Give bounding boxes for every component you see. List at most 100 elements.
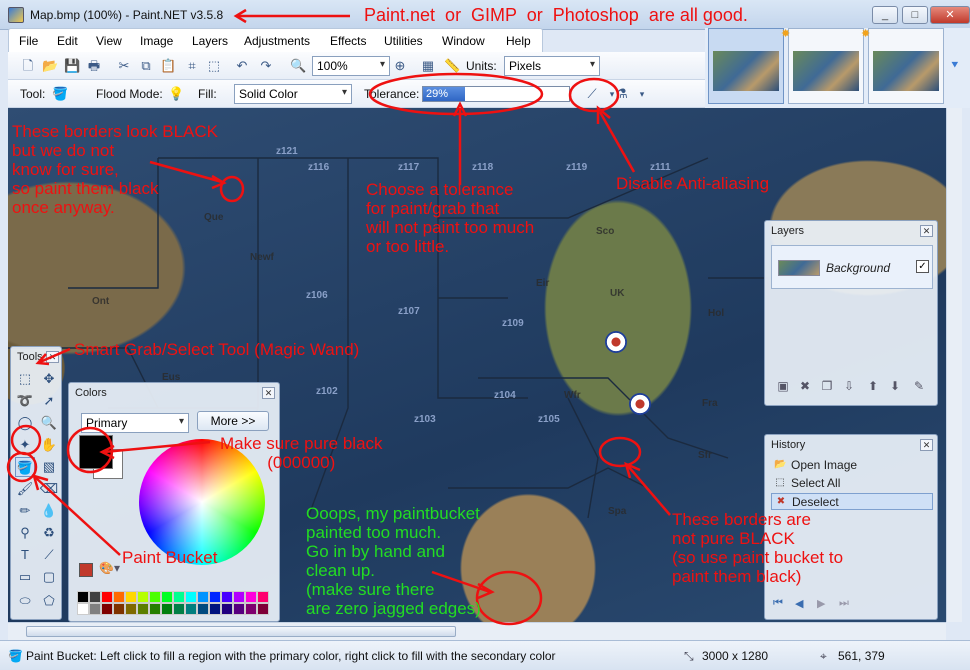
move-layer-down-icon[interactable]: ⬇ (887, 379, 903, 395)
paintbrush-icon[interactable]: 🖌 (15, 479, 35, 499)
chevron-down-icon[interactable]: ▾ (634, 86, 650, 102)
ruler-icon[interactable]: 📏 (444, 58, 460, 74)
paste-icon[interactable]: 📋 (160, 58, 176, 74)
palette-swatch[interactable] (101, 603, 113, 615)
palette-swatch[interactable] (197, 591, 209, 603)
menu-layers[interactable]: Layers (192, 34, 228, 48)
history-item[interactable]: ✖ Deselect (771, 493, 933, 510)
reset-colors-icon[interactable] (79, 563, 93, 577)
menu-file[interactable]: File (19, 34, 38, 48)
pan-icon[interactable]: ✋ (39, 435, 59, 455)
menu-utilities[interactable]: Utilities (384, 34, 423, 48)
color-mode-combo[interactable]: Primary ▾ (81, 413, 189, 433)
palette-swatch[interactable] (77, 603, 89, 615)
palette-swatch[interactable] (113, 603, 125, 615)
bulb-icon[interactable]: 💡 (168, 86, 184, 102)
add-layer-icon[interactable]: ▣ (775, 379, 791, 395)
palette-swatch[interactable] (173, 591, 185, 603)
close-icon[interactable]: ✕ (920, 225, 933, 237)
grid-icon[interactable]: ▦ (420, 58, 436, 74)
ellipse-icon[interactable]: ⬭ (15, 591, 35, 611)
move-selection-icon[interactable]: ✥ (39, 369, 59, 389)
history-item[interactable]: 📂 Open Image (771, 457, 933, 474)
zoom-combo[interactable]: 100% ▾ (312, 56, 390, 76)
palette-swatch[interactable] (221, 591, 233, 603)
palette-swatch[interactable] (173, 603, 185, 615)
pencil-icon[interactable]: ✏ (15, 501, 35, 521)
palette-swatch[interactable] (125, 603, 137, 615)
close-icon[interactable]: ✕ (262, 387, 275, 399)
undo-icon[interactable]: ↶ (234, 58, 250, 74)
zoom-in-icon[interactable]: ⊕ (392, 58, 408, 74)
move-selected-icon[interactable]: ➚ (39, 391, 59, 411)
palette-swatch[interactable] (209, 603, 221, 615)
gradient-icon[interactable]: ▧ (39, 457, 59, 477)
history-last-icon[interactable]: ⏭ (839, 597, 849, 610)
palette-swatch[interactable] (137, 603, 149, 615)
menu-effects[interactable]: Effects (330, 34, 366, 48)
open-icon[interactable]: 📂 (42, 58, 58, 74)
zoom-out-icon[interactable]: 🔍 (290, 58, 306, 74)
vertical-scrollbar[interactable] (946, 108, 962, 622)
paint-bucket-tool-icon[interactable]: 🪣 (15, 457, 35, 477)
merge-layer-icon[interactable]: ⇩ (841, 379, 857, 395)
freeform-shape-icon[interactable]: ⬠ (39, 591, 59, 611)
zoom-tool-icon[interactable]: 🔍 (39, 413, 59, 433)
history-item[interactable]: ⬚ Select All (771, 475, 933, 492)
palette-swatch[interactable] (101, 591, 113, 603)
rectangle-icon[interactable]: ▭ (15, 567, 35, 587)
palette-swatch[interactable] (257, 603, 269, 615)
redo-icon[interactable]: ↷ (258, 58, 274, 74)
palette-swatch[interactable] (161, 591, 173, 603)
palette-swatch[interactable] (113, 591, 125, 603)
cut-icon[interactable]: ✂ (116, 58, 132, 74)
palette-swatch[interactable] (185, 591, 197, 603)
duplicate-layer-icon[interactable]: ❐ (819, 379, 835, 395)
crop-icon[interactable]: ⌗ (184, 58, 200, 74)
fill-combo[interactable]: Solid Color ▾ (234, 84, 352, 104)
lasso-icon[interactable]: ➰ (15, 391, 35, 411)
scroll-tabs-icon[interactable]: ⯆ (950, 58, 960, 73)
palette-swatch[interactable] (221, 603, 233, 615)
palette-swatch[interactable] (89, 603, 101, 615)
clone-stamp-icon[interactable]: ⚲ (15, 523, 35, 543)
palette-swatch[interactable] (233, 603, 245, 615)
units-combo[interactable]: Pixels ▾ (504, 56, 600, 76)
recolor-icon[interactable]: ♻ (39, 523, 59, 543)
palette-swatch[interactable] (149, 603, 161, 615)
palette-swatch[interactable] (137, 591, 149, 603)
deselect-icon[interactable]: ⬚ (206, 58, 222, 74)
menu-image[interactable]: Image (140, 34, 173, 48)
menu-adjustments[interactable]: Adjustments (244, 34, 310, 48)
save-icon[interactable]: 💾 (64, 58, 80, 74)
palette-swatch[interactable] (125, 591, 137, 603)
history-first-icon[interactable]: ⏮ (773, 597, 783, 610)
close-icon[interactable]: ✕ (920, 439, 933, 451)
history-redo-icon[interactable]: ▶ (817, 597, 825, 610)
ellipse-select-icon[interactable]: ◯ (15, 413, 35, 433)
palette-swatch[interactable] (185, 603, 197, 615)
history-undo-icon[interactable]: ◀ (795, 597, 803, 610)
palette-swatch[interactable] (257, 591, 269, 603)
line-curve-icon[interactable]: ⟋ (39, 545, 59, 565)
palette-swatch[interactable] (149, 591, 161, 603)
primary-color-swatch[interactable] (79, 435, 113, 469)
horizontal-scrollbar[interactable] (8, 622, 946, 640)
menu-window[interactable]: Window (442, 34, 485, 48)
tolerance-slider[interactable]: 29% (422, 86, 570, 102)
image-tab-thumbnail[interactable]: ✸ (781, 28, 864, 104)
paint-bucket-icon[interactable]: 🪣 (52, 86, 68, 102)
scrollbar-thumb[interactable] (26, 626, 456, 637)
palette-swatch[interactable] (245, 603, 257, 615)
palette-swatch[interactable] (245, 591, 257, 603)
rounded-rectangle-icon[interactable]: ▢ (39, 567, 59, 587)
maximize-button[interactable]: □ (902, 6, 928, 24)
text-icon[interactable]: T (15, 545, 35, 565)
image-tab-thumbnail[interactable]: ✸ (861, 28, 944, 104)
close-icon[interactable]: ✕ (46, 351, 59, 363)
layer-visibility-checkbox[interactable]: ✓ (916, 260, 929, 273)
delete-layer-icon[interactable]: ✖ (797, 379, 813, 395)
copy-icon[interactable]: ⧉ (138, 58, 154, 74)
color-picker-icon[interactable]: 💧 (39, 501, 59, 521)
eraser-icon[interactable]: ⌫ (39, 479, 59, 499)
